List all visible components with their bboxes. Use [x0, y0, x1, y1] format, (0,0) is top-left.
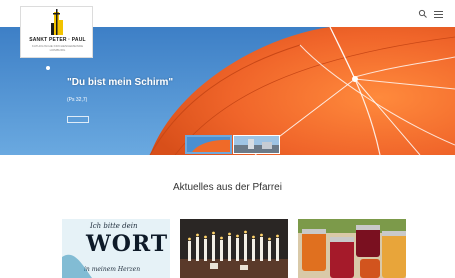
candles-image [180, 219, 288, 278]
news-heading: Aktuelles aus der Pfarrei [173, 182, 282, 193]
thumbnail-umbrella-image [187, 137, 230, 152]
jam-jars-image [298, 219, 406, 278]
header-actions [418, 9, 443, 19]
hero-reference: (Ps 32,7) [67, 97, 88, 103]
slide-thumbnail-church[interactable] [233, 135, 280, 154]
search-icon[interactable] [418, 9, 428, 19]
news-card-candles[interactable] [180, 219, 288, 278]
hero-title: "Du bist mein Schirm" [67, 77, 174, 88]
page: SANKT PETER · PAUL KATHOLISCHE KIRCHENGE… [0, 0, 455, 278]
brand-subtitle: KATHOLISCHE KIRCHENGEMEINDE HOMBURG [31, 44, 84, 52]
news-card-jam[interactable] [298, 219, 406, 278]
news-card-word[interactable]: Ich bitte dein WORT in meinem Herzen [62, 219, 170, 278]
slide-thumbnails [185, 135, 280, 154]
watercolor-stroke-icon [62, 254, 92, 278]
brand-name: SANKT PETER · PAUL [29, 37, 86, 43]
hero-more-button[interactable] [67, 116, 89, 123]
site-logo[interactable]: SANKT PETER · PAUL KATHOLISCHE KIRCHENGE… [20, 6, 93, 58]
slide-thumbnail-umbrella[interactable] [185, 135, 232, 154]
church-logo-icon [51, 9, 63, 35]
slide-dot[interactable] [46, 66, 50, 70]
thumbnail-church-image [234, 136, 279, 153]
menu-icon[interactable] [434, 10, 443, 18]
news-list: Ich bitte dein WORT in meinem Herzen [62, 219, 406, 278]
